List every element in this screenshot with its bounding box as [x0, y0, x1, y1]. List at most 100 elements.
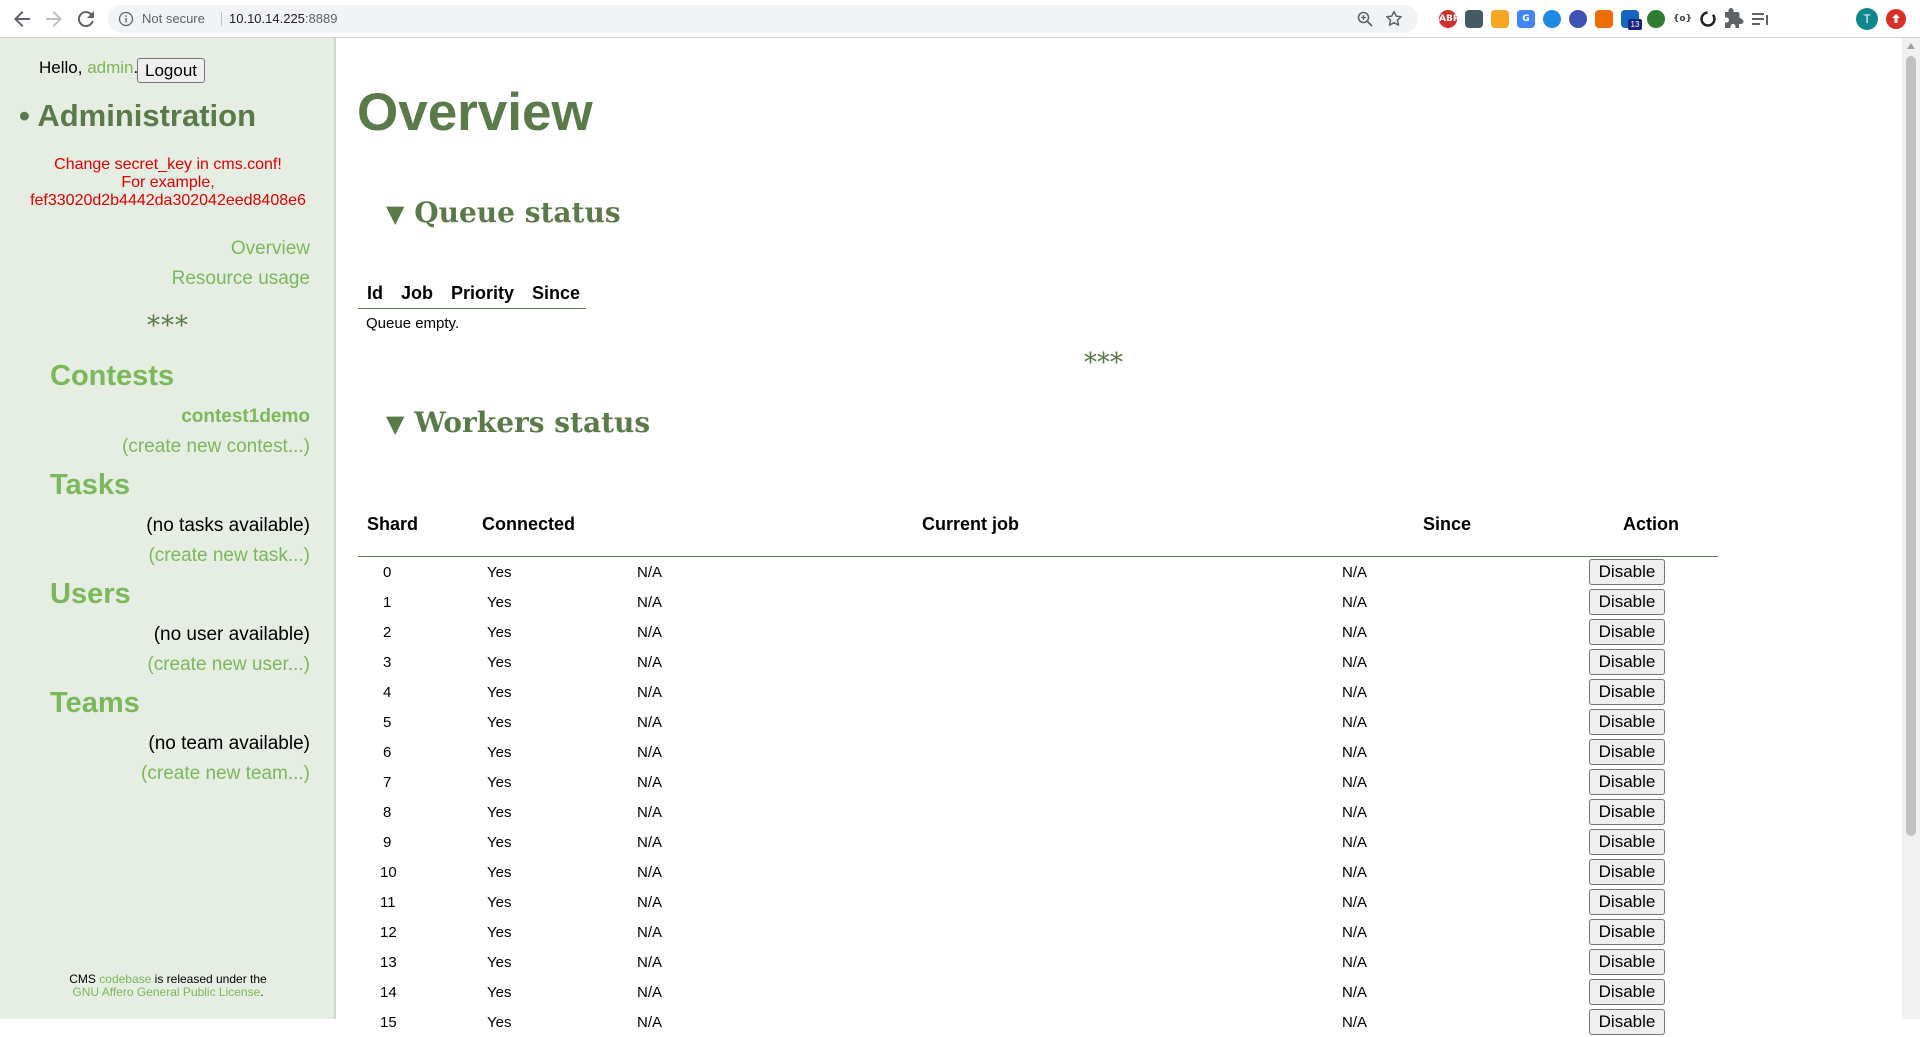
worker-connected: Yes	[487, 624, 512, 641]
collapse-triangle-icon[interactable]: ▼	[386, 410, 404, 438]
worker-since: N/A	[1342, 1014, 1368, 1031]
forward-arrow-icon[interactable]	[42, 7, 66, 31]
page-scrollbar[interactable]	[1902, 38, 1920, 1019]
back-arrow-icon[interactable]	[10, 7, 34, 31]
worker-current-job: N/A	[637, 564, 663, 581]
create-user-link[interactable]: (create new user...)	[147, 654, 310, 676]
scroll-thumb[interactable]	[1906, 56, 1916, 836]
info-icon[interactable]	[118, 11, 134, 27]
disable-worker-button[interactable]: Disable	[1589, 679, 1665, 705]
braces-extension-icon[interactable]: {o}	[1670, 7, 1694, 31]
disable-worker-button[interactable]: Disable	[1589, 649, 1665, 675]
license-link[interactable]: GNU Affero General Public License	[72, 985, 260, 999]
worker-shard: 13	[380, 954, 397, 971]
contest-link[interactable]: contest1demo	[181, 406, 310, 428]
worker-row: 8 Yes N/A N/A Disable	[358, 797, 1718, 827]
reload-icon[interactable]	[74, 7, 98, 31]
profile-avatar[interactable]: T	[1856, 8, 1878, 30]
disable-worker-button[interactable]: Disable	[1589, 859, 1665, 885]
disable-worker-button[interactable]: Disable	[1589, 769, 1665, 795]
worker-row: 9 Yes N/A N/A Disable	[358, 827, 1718, 857]
teams-heading[interactable]: Teams	[50, 687, 140, 720]
workers-col-action: Action	[1623, 514, 1679, 534]
zoom-icon[interactable]	[1356, 10, 1374, 28]
shield-glyph	[1465, 10, 1483, 28]
tasks-heading[interactable]: Tasks	[50, 469, 130, 502]
create-task-link[interactable]: (create new task...)	[148, 545, 310, 567]
disable-worker-button[interactable]: Disable	[1589, 739, 1665, 765]
worker-connected: Yes	[487, 954, 512, 971]
disable-worker-button[interactable]: Disable	[1589, 799, 1665, 825]
footer-line-2: GNU Affero General Public License.	[0, 986, 336, 999]
url-text[interactable]: 10.10.14.225:8889	[229, 11, 337, 26]
sidebar-footer: CMS codebase is released under the GNU A…	[0, 973, 336, 999]
disable-worker-button[interactable]: Disable	[1589, 889, 1665, 915]
administration-title[interactable]: • Administration	[19, 98, 256, 134]
workers-col-since: Since	[1423, 514, 1472, 534]
bookmark-star-icon[interactable]	[1384, 9, 1404, 29]
translate-icon[interactable]: G	[1514, 7, 1538, 31]
puzzle-icon[interactable]	[1722, 7, 1746, 31]
disable-worker-button[interactable]: Disable	[1589, 589, 1665, 615]
worker-connected: Yes	[487, 834, 512, 851]
shield-extension-icon[interactable]	[1462, 7, 1486, 31]
nav-overview-link[interactable]: Overview	[231, 238, 310, 260]
worker-shard: 4	[383, 684, 392, 701]
create-contest-link[interactable]: (create new contest...)	[122, 436, 310, 458]
main-content: Overview ▼ Queue status Id Job Priority …	[336, 38, 1902, 1035]
users-heading[interactable]: Users	[50, 578, 131, 611]
worker-shard: 9	[383, 834, 392, 851]
disable-worker-button[interactable]: Disable	[1589, 1009, 1665, 1035]
worker-shard: 0	[383, 564, 392, 581]
footer-middle: is released under the	[151, 972, 267, 986]
security-label: Not secure	[142, 11, 205, 26]
worker-since: N/A	[1342, 954, 1368, 971]
adblock-glyph: ABP	[1439, 10, 1459, 28]
disable-worker-button[interactable]: Disable	[1589, 919, 1665, 945]
disable-worker-button[interactable]: Disable	[1589, 829, 1665, 855]
workers-status-heading[interactable]: ▼ Workers status	[386, 406, 650, 439]
disable-worker-button[interactable]: Disable	[1589, 949, 1665, 975]
worker-connected: Yes	[487, 1014, 512, 1031]
sync-extension-icon[interactable]	[1696, 7, 1720, 31]
translate-glyph: G	[1517, 10, 1535, 28]
logout-button[interactable]: Logout	[137, 58, 205, 83]
contests-heading[interactable]: Contests	[50, 360, 174, 393]
pen-extension-icon[interactable]	[1540, 7, 1564, 31]
adblock-icon[interactable]: ABP	[1436, 7, 1460, 31]
worker-current-job: N/A	[637, 894, 663, 911]
queue-col-since: Since	[532, 282, 581, 303]
address-bar[interactable]: Not secure 10.10.14.225:8889	[108, 5, 1418, 33]
greeting-prefix: Hello,	[39, 58, 88, 77]
orange-extension-icon[interactable]	[1488, 7, 1512, 31]
disable-worker-button[interactable]: Disable	[1589, 619, 1665, 645]
worker-current-job: N/A	[637, 804, 663, 821]
collapse-triangle-icon[interactable]: ▼	[386, 200, 404, 228]
worker-shard: 6	[383, 744, 392, 761]
worker-current-job: N/A	[637, 684, 663, 701]
reading-list-icon[interactable]	[1748, 7, 1772, 31]
disable-worker-button[interactable]: Disable	[1589, 979, 1665, 1005]
workers-col-connected: Connected	[482, 514, 576, 534]
update-icon[interactable]	[1886, 9, 1906, 29]
disable-worker-button[interactable]: Disable	[1589, 709, 1665, 735]
create-team-link[interactable]: (create new team...)	[141, 763, 310, 785]
disable-worker-button[interactable]: Disable	[1589, 559, 1665, 585]
nav-resource-usage-link[interactable]: Resource usage	[172, 268, 310, 290]
worker-since: N/A	[1342, 984, 1368, 1001]
warning-line-2: For example,	[121, 174, 215, 191]
browser-toolbar: Not secure 10.10.14.225:8889 ABP G 13 {o…	[0, 0, 1920, 38]
queue-status-heading[interactable]: ▼ Queue status	[386, 196, 621, 229]
codebase-link[interactable]: codebase	[99, 972, 151, 986]
network-extension-icon[interactable]	[1592, 7, 1616, 31]
workers-col-shard: Shard	[367, 514, 419, 534]
check-extension-icon[interactable]	[1566, 7, 1590, 31]
url-port: :8889	[304, 11, 338, 26]
worker-since: N/A	[1342, 924, 1368, 941]
sidebar-separator: ***	[147, 311, 189, 341]
sidebar: Hello, admin. Logout • Administration Ch…	[0, 38, 336, 1019]
moon-extension-icon[interactable]	[1644, 7, 1668, 31]
footer-suffix: .	[260, 985, 264, 999]
home-extension-icon[interactable]: 13	[1618, 7, 1642, 31]
scroll-up-arrow-icon[interactable]	[1907, 43, 1915, 49]
